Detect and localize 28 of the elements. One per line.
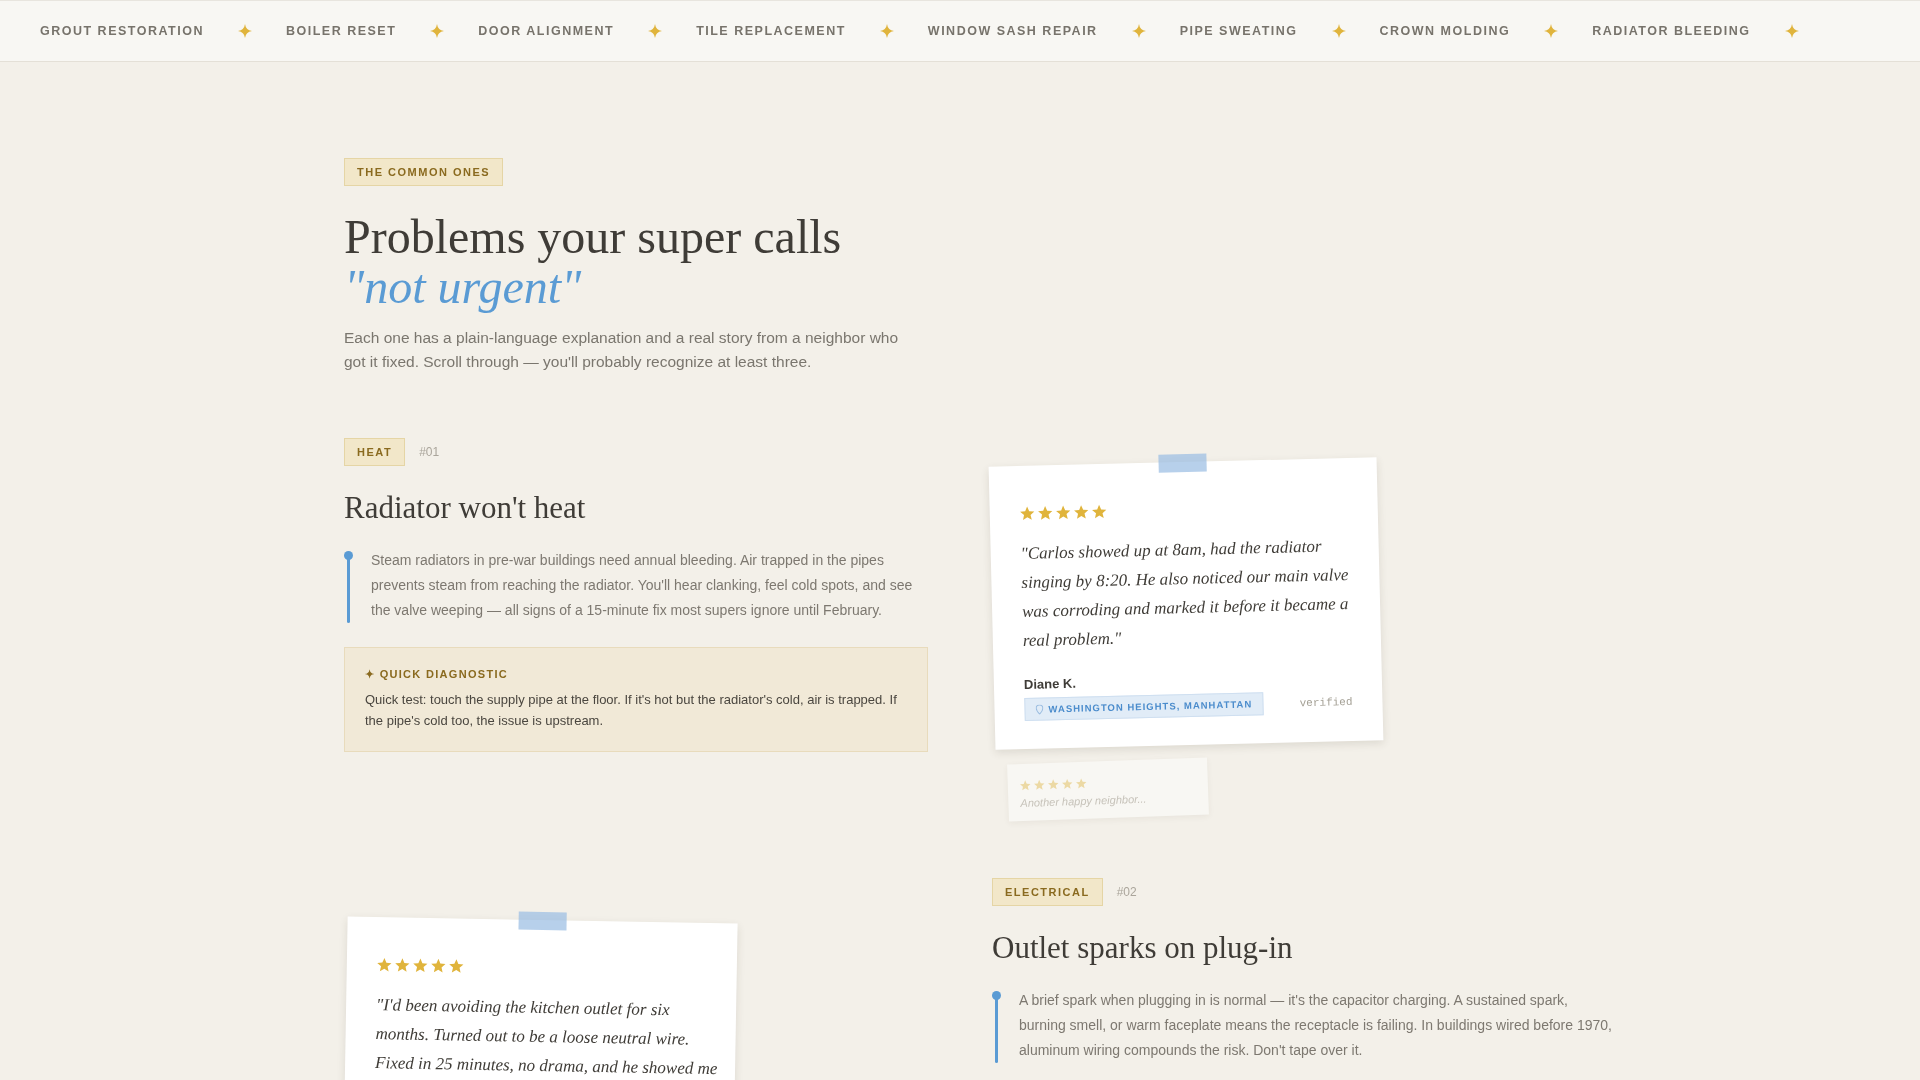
stacked-card-text: Another happy neighbor... (1020, 791, 1148, 810)
topic-link[interactable]: TILE REPLACEMENT (696, 24, 846, 38)
location-label: WASHINGTON HEIGHTS, MANHATTAN (1048, 698, 1253, 715)
problem-title: Outlet sparks on plug-in (992, 930, 1294, 966)
topic-link[interactable]: WINDOW SASH REPAIR (927, 24, 1098, 38)
topic-link[interactable]: PIPE SWEATING (1179, 24, 1298, 38)
category-tag: HEAT (344, 438, 406, 466)
topic-link[interactable]: CROWN MOLDING (1379, 24, 1511, 38)
section-tag: THE COMMON ONES (344, 158, 504, 186)
review-quote: "I'd been avoiding the kitchen outlet for six months. Turned out to be a loose neutral wire. Fixed in 25 minutes, no drama, and he showed me (374, 994, 719, 1080)
page-title: Problems your super calls (344, 212, 843, 262)
intro-text: Each one has a plain-language explanation and a real story from a neighbor who got it fixed. Scroll through — you'll probably recognize at least three. (344, 328, 900, 372)
problem-number: #01 (419, 445, 440, 459)
review-quote: "Carlos showed up at 8am, had the radiator singing by 8:20. He also noticed our main valve was corroding and marked it before it became a real problem." (1020, 535, 1350, 652)
problem-title: Radiator won't heat (344, 490, 587, 526)
problem-text: A brief spark when plugging in is normal — it's the capacitor charging. A sustained spark, burning smell, or warm faceplate means the receptacle is failing. In buildings wired before 1970, aluminum wiring compounds the risk. Don't tape over it. (1019, 991, 1612, 1060)
topic-link[interactable]: BOILER RESET (285, 24, 397, 38)
problem-number: #02 (1116, 885, 1137, 899)
reviewer-name: Diane K. (1023, 674, 1078, 692)
category-tag: ELECTRICAL (992, 878, 1103, 906)
diagnostic-label: ✦ QUICK DIAGNOSTIC (365, 668, 509, 681)
diagnostic-text: Quick test: touch the supply pipe at the floor. If it's hot but the radiator's cold, air is trapped. If the pipe's cold too, the issue is upstream. (365, 691, 898, 730)
problem-text: Steam radiators in pre-war buildings need annual bleeding. Air trapped in the pipes prevents steam from reaching the radiator. You'll hear clanking, feel cold spots, and see the valve weeping — all signs of a 15-minute fix most supers ignore until February. (371, 551, 914, 620)
title-accent: "not urgent" (344, 262, 582, 312)
verified-label: verified (1299, 695, 1353, 709)
topic-link[interactable]: GROUT RESTORATION (40, 24, 204, 38)
topic-link[interactable]: DOOR ALIGNMENT (478, 24, 615, 38)
topic-link[interactable]: RADIATOR BLEEDING (1592, 24, 1751, 38)
